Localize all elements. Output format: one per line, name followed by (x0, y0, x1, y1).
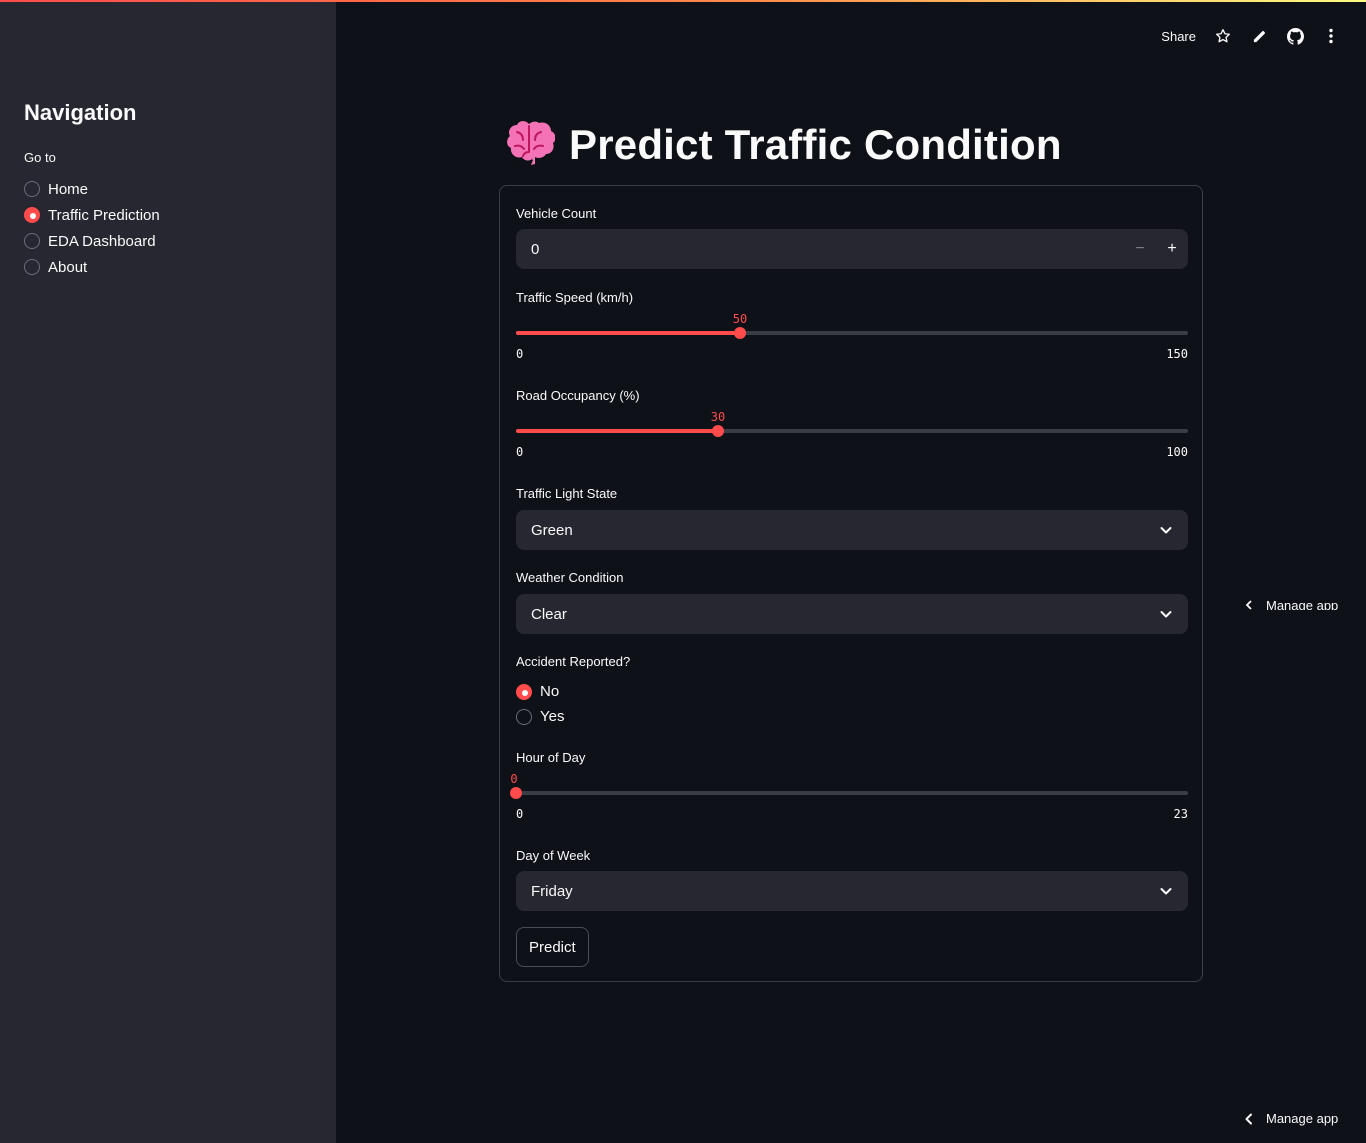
slider-current-value: 0 (510, 772, 518, 786)
slider-current-value: 30 (710, 410, 726, 424)
radio-button[interactable] (516, 708, 532, 725)
nav-item-label: EDA Dashboard (48, 232, 156, 250)
chevron-down-icon (1160, 611, 1172, 618)
nav-item-label: Traffic Prediction (48, 206, 160, 224)
sidebar: Navigation Go to Home Traffic Prediction… (0, 0, 336, 1143)
radio-option-label: Yes (540, 708, 565, 725)
accident-option-yes[interactable]: Yes (516, 704, 564, 729)
slider-thumb[interactable] (712, 425, 724, 437)
select-value: Friday (531, 882, 573, 900)
vehicle-count-input[interactable]: 0 − + (516, 229, 1188, 269)
accident-label: Accident Reported? (516, 654, 631, 669)
nav-radio-label: Go to (24, 150, 56, 165)
hour-of-day-slider[interactable]: 0 0 23 (510, 772, 1188, 825)
select-value: Clear (531, 605, 567, 623)
slider-min-label: 0 (516, 807, 524, 821)
road-occupancy-label: Road Occupancy (%) (516, 388, 640, 403)
slider-track[interactable] (516, 791, 1188, 795)
manage-app-button[interactable]: Manage app (1244, 1111, 1338, 1126)
chevron-left-icon (1245, 600, 1252, 610)
radio-button-selected[interactable] (24, 207, 40, 223)
traffic-speed-slider[interactable]: 50 0 150 (516, 312, 1188, 365)
more-vertical-icon[interactable] (1322, 27, 1340, 45)
nav-radio-group: Home Traffic Prediction EDA Dashboard Ab… (24, 176, 160, 280)
manage-app-ghost-label: Manage app (1266, 600, 1339, 610)
slider-thumb[interactable] (510, 787, 522, 799)
weather-select[interactable]: Clear (516, 594, 1188, 634)
increment-button[interactable]: + (1156, 229, 1188, 269)
select-value: Green (531, 521, 573, 539)
predict-button[interactable]: Predict (516, 927, 589, 967)
manage-app-label: Manage app (1266, 1111, 1339, 1126)
slider-fill (516, 429, 718, 433)
sidebar-title: Navigation (24, 100, 137, 125)
nav-item-home[interactable]: Home (24, 176, 160, 202)
vehicle-count-value: 0 (531, 240, 540, 258)
chevron-down-icon (1160, 888, 1172, 895)
radio-button[interactable] (24, 233, 40, 249)
weather-label: Weather Condition (516, 570, 624, 585)
github-icon[interactable] (1286, 27, 1304, 45)
chevron-down-icon (1160, 527, 1172, 534)
slider-max-label: 100 (1166, 445, 1188, 459)
radio-button-selected[interactable] (516, 683, 532, 700)
nav-item-traffic-prediction[interactable]: Traffic Prediction (24, 202, 160, 228)
traffic-speed-label: Traffic Speed (km/h) (516, 290, 634, 305)
manage-app-ghost: Manage app (1244, 600, 1338, 610)
accident-radio-group: No Yes (516, 679, 564, 729)
radio-button[interactable] (24, 181, 40, 197)
star-icon[interactable] (1214, 27, 1232, 45)
traffic-light-select[interactable]: Green (516, 510, 1188, 550)
slider-max-label: 23 (1173, 807, 1188, 821)
nav-item-label: About (48, 258, 88, 276)
day-of-week-label: Day of Week (516, 848, 591, 863)
nav-item-eda-dashboard[interactable]: EDA Dashboard (24, 228, 160, 254)
number-stepper: − + (1124, 229, 1188, 269)
nav-item-label: Home (48, 180, 89, 198)
edit-icon[interactable] (1250, 27, 1268, 45)
day-of-week-select[interactable]: Friday (516, 871, 1188, 911)
decrement-button[interactable]: − (1124, 229, 1156, 269)
road-occupancy-slider[interactable]: 30 0 100 (516, 410, 1188, 463)
slider-fill (516, 331, 740, 335)
slider-current-value: 50 (732, 312, 748, 326)
hour-of-day-label: Hour of Day (516, 750, 586, 765)
chevron-left-icon (1245, 1113, 1252, 1124)
vehicle-count-label: Vehicle Count (516, 206, 597, 221)
slider-thumb[interactable] (734, 327, 746, 339)
prediction-form: Vehicle Count 0 − + Traffic Speed (km/h)… (499, 185, 1203, 982)
share-button[interactable]: Share (1161, 29, 1196, 44)
accident-option-no[interactable]: No (516, 679, 564, 704)
slider-max-label: 150 (1166, 347, 1188, 361)
header-toolbar: Share (1161, 24, 1340, 48)
nav-item-about[interactable]: About (24, 254, 160, 280)
brain-icon (503, 116, 556, 173)
traffic-light-label: Traffic Light State (516, 486, 618, 501)
page-title-row: Predict Traffic Condition (503, 116, 1062, 173)
slider-min-label: 0 (516, 445, 524, 459)
page-title: Predict Traffic Condition (569, 120, 1062, 168)
slider-min-label: 0 (516, 347, 524, 361)
top-decoration-bar (0, 0, 1366, 2)
radio-option-label: No (540, 683, 560, 700)
radio-button[interactable] (24, 259, 40, 275)
